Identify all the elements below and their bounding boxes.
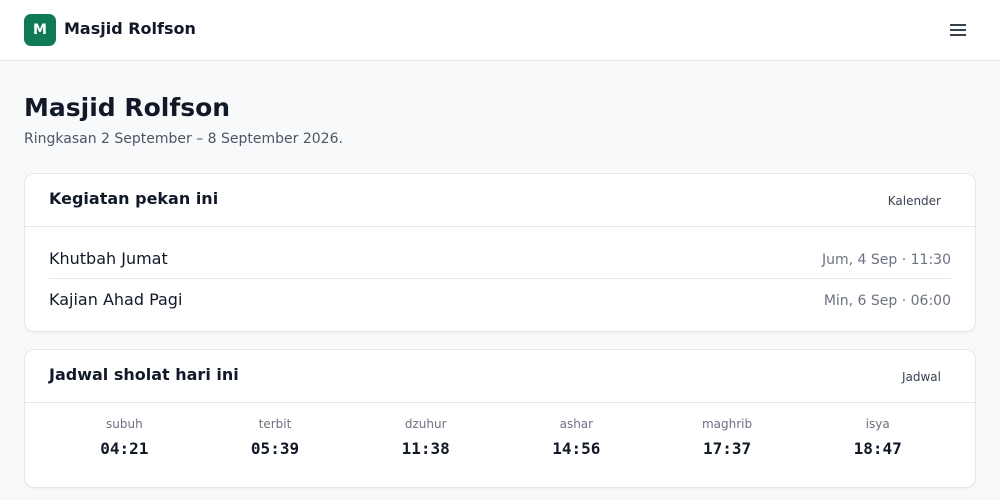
prayer-time: 05:39: [250, 439, 300, 458]
calendar-link[interactable]: Kalender: [878, 190, 951, 212]
page-subtitle: Ringkasan 2 September – 8 September 2026…: [24, 131, 343, 147]
top-bar: M Masjid Rolfson: [0, 0, 1000, 61]
event-name: Khutbah Jumat: [49, 249, 168, 268]
schedule-link[interactable]: Jadwal: [892, 366, 951, 388]
prayer-time: 11:38: [401, 439, 450, 458]
event-time: Min, 6 Sep · 06:00: [823, 293, 951, 309]
prayer-time: 17:37: [702, 439, 752, 458]
prayer-cell-dzuhur: dzuhur 11:38: [350, 416, 501, 466]
prayer-time: 04:21: [100, 439, 149, 458]
prayer-cell-ashar: ashar 14:56: [501, 416, 652, 466]
prayer-card-header: Jadwal sholat hari ini Jadwal: [25, 350, 975, 403]
events-card-title: Kegiatan pekan ini: [49, 189, 219, 208]
prayer-name: ashar: [559, 417, 594, 431]
prayer-times-card: Jadwal sholat hari ini Jadwal subuh 04:2…: [24, 349, 976, 488]
prayer-cell-maghrib: maghrib 17:37: [652, 416, 803, 466]
events-card-header: Kegiatan pekan ini Kalender: [25, 174, 975, 227]
prayer-name: subuh: [105, 417, 143, 431]
prayer-name: dzuhur: [404, 417, 447, 431]
prayer-name: terbit: [258, 417, 292, 431]
prayer-name: isya: [865, 417, 890, 431]
prayer-name: maghrib: [701, 417, 753, 431]
event-row[interactable]: Khutbah Jumat Jum, 4 Sep · 11:30: [49, 238, 951, 279]
prayer-time: 18:47: [853, 439, 902, 458]
events-card: Kegiatan pekan ini Kalender Khutbah Juma…: [24, 173, 976, 332]
prayer-card-title: Jadwal sholat hari ini: [49, 365, 239, 384]
hamburger-menu-icon[interactable]: [946, 20, 970, 40]
prayer-cell-isya: isya 18:47: [802, 416, 953, 466]
logo-badge[interactable]: M: [24, 14, 56, 46]
event-row[interactable]: Kajian Ahad Pagi Min, 6 Sep · 06:00: [49, 279, 951, 320]
event-name: Kajian Ahad Pagi: [49, 290, 183, 309]
prayer-cell-terbit: terbit 05:39: [200, 416, 351, 466]
page-title: Masjid Rolfson: [24, 93, 231, 122]
event-time: Jum, 4 Sep · 11:30: [822, 252, 951, 268]
prayer-time: 14:56: [552, 439, 601, 458]
brand-name[interactable]: Masjid Rolfson: [64, 18, 196, 40]
prayer-cell-subuh: subuh 04:21: [49, 416, 200, 466]
prayer-grid: subuh 04:21 terbit 05:39 dzuhur 11:38 as…: [49, 416, 953, 466]
